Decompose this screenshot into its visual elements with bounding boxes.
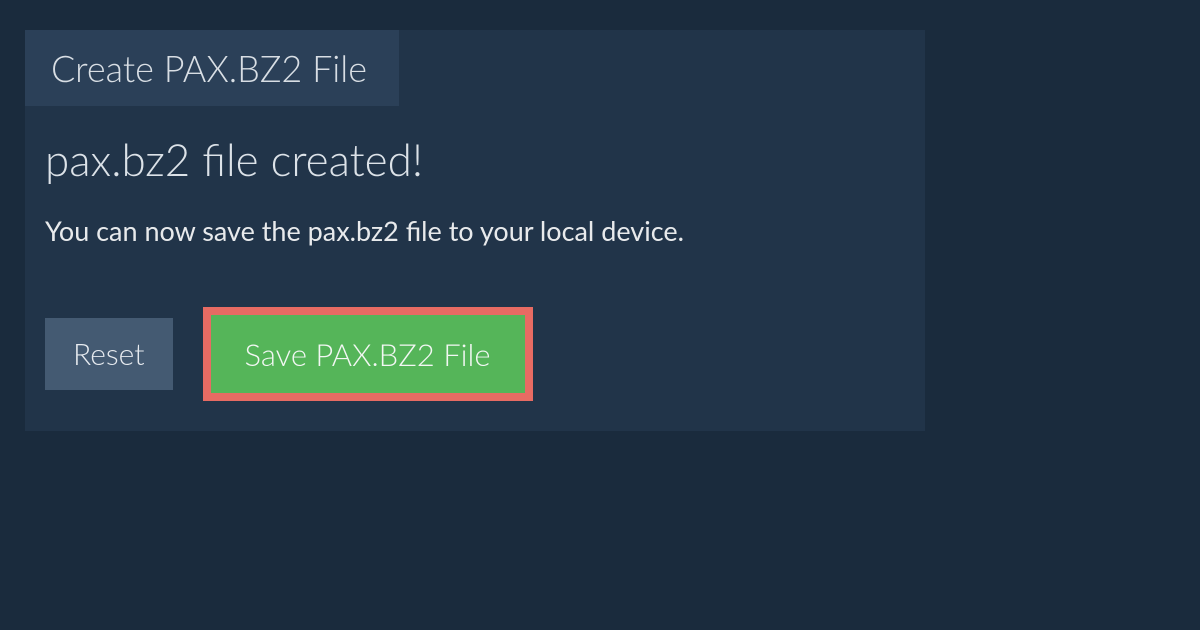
save-file-button[interactable]: Save PAX.BZ2 File [203,307,533,401]
panel-content: pax.bz2 file created! You can now save t… [25,106,925,431]
button-row: Reset Save PAX.BZ2 File [45,307,905,401]
tab-label: Create PAX.BZ2 File [51,46,367,90]
status-description: You can now save the pax.bz2 file to you… [45,214,905,247]
tab-create-file[interactable]: Create PAX.BZ2 File [25,30,399,106]
file-creation-panel: Create PAX.BZ2 File pax.bz2 file created… [25,30,925,431]
reset-button[interactable]: Reset [45,318,173,390]
status-heading: pax.bz2 file created! [45,134,905,186]
